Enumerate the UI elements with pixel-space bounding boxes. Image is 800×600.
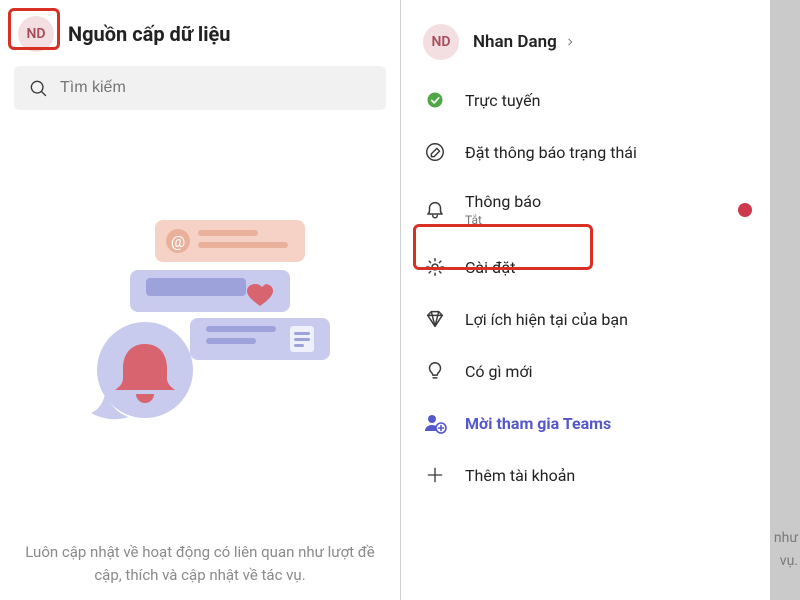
feed-header: ND Nguồn cấp dữ liệu [0,0,400,62]
menu-label: Cài đặt [465,258,515,277]
profile-row[interactable]: ND Nhan Dang [401,0,770,74]
modal-backdrop [770,0,800,600]
svg-text:@: @ [171,232,185,251]
plus-icon [423,463,447,487]
profile-menu: Trực tuyến Đặt thông báo trạng thái Thôn… [401,74,770,501]
online-status-icon [423,88,447,112]
menu-item-status[interactable]: Trực tuyến [401,74,770,126]
profile-menu-sheet: ND Nhan Dang Trực tuyến Đặt thông báo tr… [401,0,770,600]
menu-label: Có gì mới [465,362,533,381]
menu-item-notifications[interactable]: Thông báo Tắt [401,178,770,241]
menu-item-benefits[interactable]: Lợi ích hiện tại của bạn [401,293,770,345]
gear-icon [423,255,447,279]
chevron-right-icon [565,37,575,47]
bell-icon [423,198,447,222]
page-title: Nguồn cấp dữ liệu [68,22,231,46]
menu-item-settings[interactable]: Cài đặt [401,241,770,293]
menu-label: Đặt thông báo trạng thái [465,143,637,162]
menu-item-whats-new[interactable]: Có gì mới [401,345,770,397]
lightbulb-icon [423,359,447,383]
menu-item-add-account[interactable]: Thêm tài khoản [401,449,770,501]
menu-label: Thông báo [465,192,541,211]
search-icon [28,78,48,98]
menu-label: Mời tham gia Teams [465,414,611,433]
empty-feed-illustration: @ [0,200,400,440]
menu-sublabel: Tắt [465,213,541,227]
diamond-icon [423,307,447,331]
menu-label-wrap: Thông báo Tắt [465,192,541,227]
menu-item-invite[interactable]: Mời tham gia Teams [401,397,770,449]
search-input[interactable] [14,66,386,110]
empty-feed-caption: Luôn cập nhật về hoạt động có liên quan … [0,541,400,586]
edit-status-icon [423,140,447,164]
invite-icon [423,411,447,435]
avatar: ND [423,24,459,60]
menu-label: Thêm tài khoản [465,466,575,485]
feed-pane: ND Nguồn cấp dữ liệu @ [0,0,400,600]
avatar[interactable]: ND [18,16,54,52]
profile-name: Nhan Dang [473,32,575,52]
search-field[interactable] [60,79,372,97]
menu-label: Lợi ích hiện tại của bạn [465,310,628,329]
menu-label: Trực tuyến [465,91,540,110]
menu-item-set-status[interactable]: Đặt thông báo trạng thái [401,126,770,178]
alert-badge [738,203,752,217]
